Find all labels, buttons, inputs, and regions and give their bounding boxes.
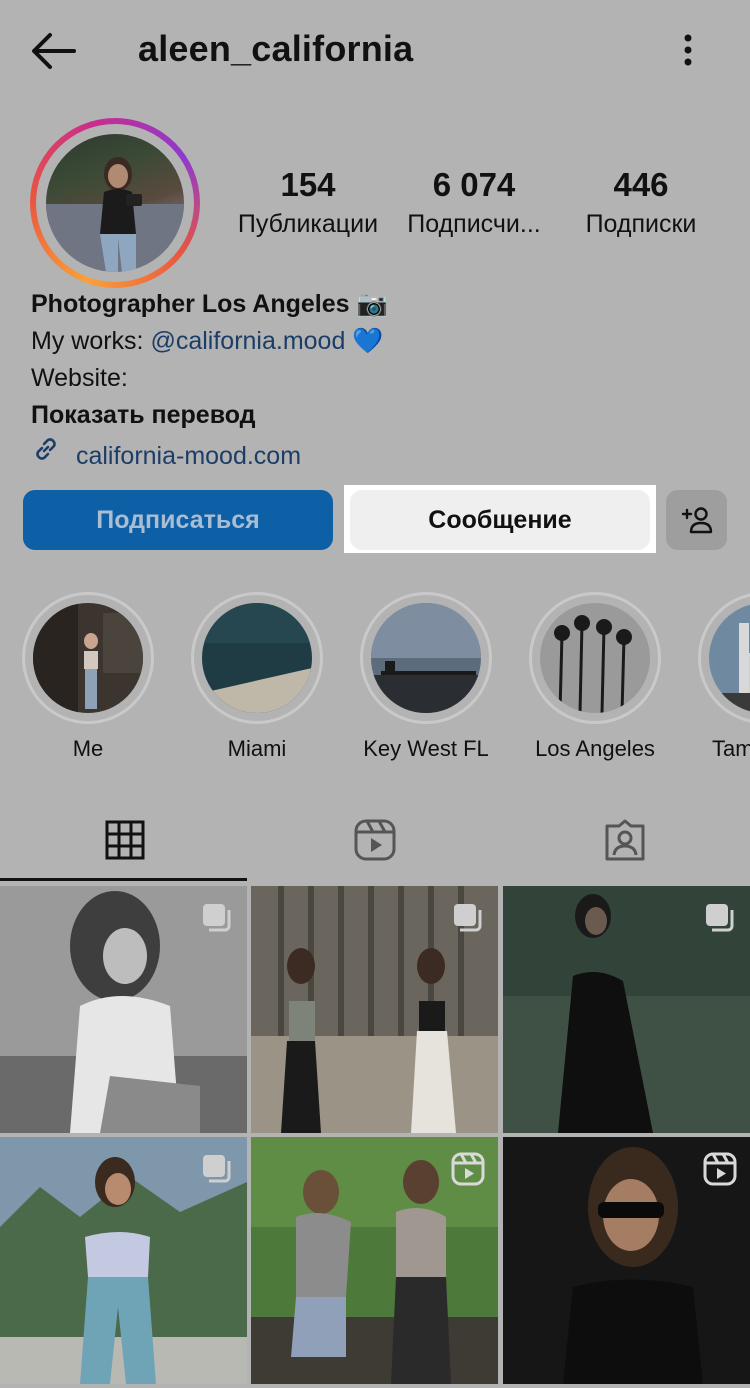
highlight-cover: [709, 603, 750, 713]
profile-header: aleen_california: [0, 0, 750, 100]
bio-website-label: Website:: [31, 364, 128, 392]
highlight-label: Miami: [227, 736, 287, 761]
carousel-icon: [203, 904, 231, 932]
highlight-label: Me: [72, 736, 104, 761]
post-thumbnail[interactable]: [251, 886, 498, 1133]
post-thumbnail[interactable]: [251, 1137, 498, 1384]
suggest-users-button[interactable]: [666, 490, 727, 550]
post-thumbnail[interactable]: [503, 1137, 750, 1384]
stat-posts-label: Публикации: [237, 210, 379, 238]
active-tab-indicator: [0, 878, 247, 881]
more-options-button[interactable]: [666, 28, 710, 72]
profile-username: aleen_california: [138, 28, 414, 69]
post-thumbnail[interactable]: [0, 886, 247, 1133]
stat-followers-label: Подписчи...: [407, 210, 541, 238]
highlight-me[interactable]: Me: [22, 592, 154, 762]
grid-icon: [105, 820, 145, 860]
highlight-tampa[interactable]: Tam: [698, 592, 750, 762]
arrow-left-icon: [32, 33, 76, 69]
profile-tabs: [0, 800, 750, 882]
avatar: [46, 134, 184, 272]
bio-url: california-mood.com: [75, 442, 302, 470]
carousel-icon: [706, 904, 734, 932]
highlight-cover: [33, 603, 143, 713]
stat-posts-count: 154: [280, 166, 336, 203]
tagged-icon: [605, 819, 645, 861]
reels-icon: [354, 819, 396, 861]
more-vertical-icon: [684, 34, 692, 66]
highlight-key-west[interactable]: Key West FL: [360, 592, 492, 762]
stat-followers-count: 6 074: [432, 166, 516, 203]
stat-following[interactable]: 446 Подписки: [576, 166, 706, 239]
tab-reels[interactable]: [250, 800, 500, 880]
reel-icon: [451, 1152, 485, 1186]
avatar-photo-illustration: [46, 157, 184, 272]
show-translation-link[interactable]: Показать перевод: [31, 397, 388, 434]
add-user-icon: [681, 507, 712, 534]
bio-mention-link[interactable]: @california.mood: [150, 327, 345, 355]
highlight-label: Los Angeles: [535, 736, 655, 761]
carousel-icon: [454, 904, 482, 932]
back-button[interactable]: [28, 28, 78, 74]
post-thumbnail[interactable]: [503, 886, 750, 1133]
bio-works-prefix: My works:: [31, 327, 151, 355]
carousel-icon: [203, 1155, 231, 1183]
stat-posts[interactable]: 154 Публикации: [229, 166, 387, 239]
profile-bio: Photographer Los Angeles 📷 My works: @ca…: [31, 286, 388, 471]
reel-icon: [703, 1152, 737, 1186]
bio-works-emoji: 💙: [345, 327, 384, 355]
avatar-story-ring[interactable]: [30, 118, 200, 288]
highlight-miami[interactable]: Miami: [191, 592, 323, 762]
link-icon: [36, 438, 56, 460]
highlight-label: Tam: [712, 736, 750, 761]
highlight-label: Key West FL: [363, 736, 489, 761]
stat-followers[interactable]: 6 074 Подписчи...: [400, 166, 548, 239]
posts-grid: [0, 886, 750, 1388]
highlight-cover: [202, 603, 312, 713]
tab-tagged[interactable]: [500, 800, 750, 880]
tab-grid[interactable]: [0, 800, 250, 880]
bio-works-line: My works: @california.mood 💙: [31, 323, 388, 360]
bio-title: Photographer Los Angeles 📷: [31, 290, 388, 318]
highlight-los-angeles[interactable]: Los Angeles: [529, 592, 661, 762]
post-thumbnail[interactable]: [0, 1137, 247, 1384]
bio-website-link[interactable]: california-mood.com: [31, 434, 388, 471]
message-button[interactable]: Сообщение: [350, 490, 650, 550]
highlight-cover: [371, 603, 481, 713]
follow-button[interactable]: Подписаться: [23, 490, 333, 550]
highlight-cover: [540, 603, 650, 713]
stat-following-label: Подписки: [585, 210, 697, 238]
stat-following-count: 446: [613, 166, 669, 203]
